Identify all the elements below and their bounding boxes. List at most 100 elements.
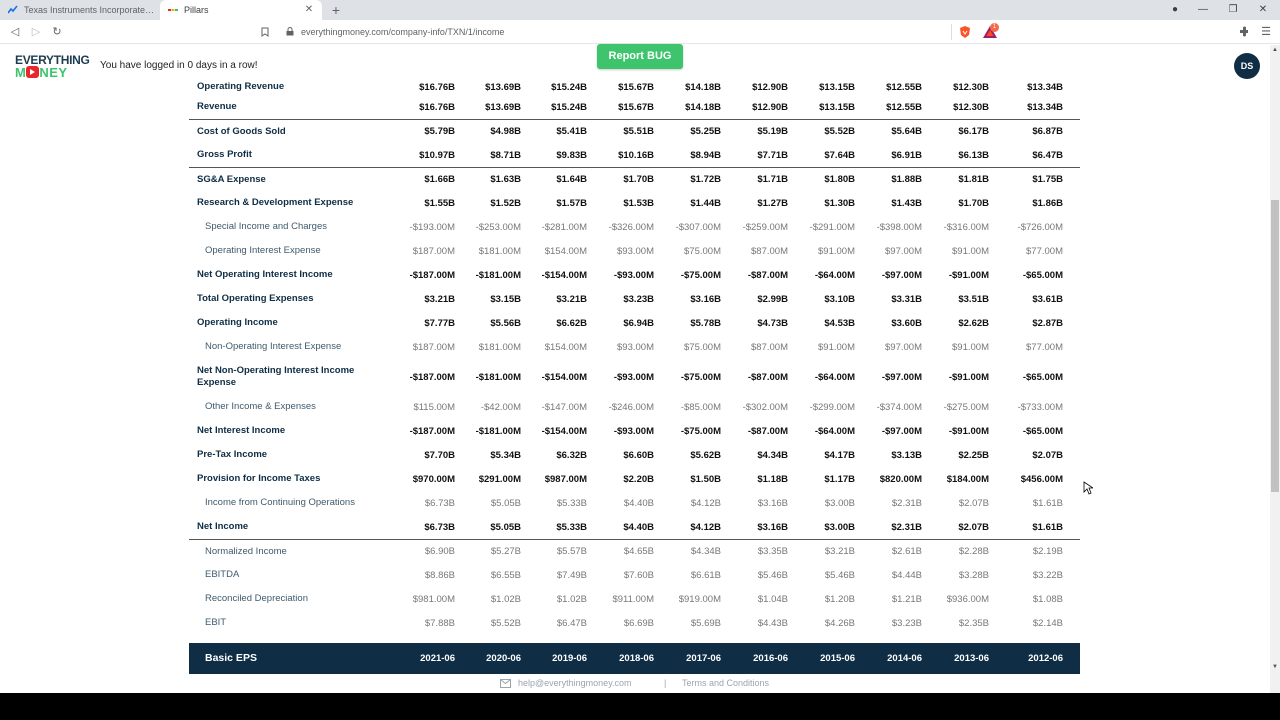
table-cell: $93.00M <box>617 341 654 353</box>
table-cell: $3.21B <box>424 293 455 305</box>
bookmark-icon[interactable] <box>261 27 269 37</box>
table-row: Operating Interest Expense $187.00M $181.0… <box>189 239 1080 263</box>
row-label: Total Operating Expenses <box>197 293 314 304</box>
row-label: Special Income and Charges <box>205 221 327 232</box>
table-cell: $1.55B <box>424 197 455 209</box>
profile-icon[interactable]: ● <box>1160 0 1190 20</box>
table-cell: $3.28B <box>958 569 989 581</box>
table-cell: $6.94B <box>623 317 654 329</box>
report-bug-button[interactable]: Report BUG <box>597 44 683 69</box>
table-cell: -$281.00M <box>541 221 587 233</box>
table-cell: -$75.00M <box>680 425 721 437</box>
table-cell: -$733.00M <box>1017 401 1063 413</box>
basic-eps-label: Basic EPS <box>205 652 257 664</box>
scroll-up-icon[interactable]: ▲ <box>1270 45 1280 55</box>
column-header: 2013-06 <box>954 653 989 664</box>
row-label: EBITDA <box>205 569 240 580</box>
table-cell: -$259.00M <box>742 221 788 233</box>
new-tab-icon[interactable]: + <box>328 1 344 19</box>
browser-toolbar: ◁ ▷ ↻ everythingmoney.com/company-info/T… <box>0 20 1280 44</box>
table-cell: $75.00M <box>684 341 721 353</box>
tab-pillars[interactable]: Pillars ✕ <box>160 0 322 20</box>
terms-link[interactable]: Terms and Conditions <box>682 678 769 688</box>
browser-window: Texas Instruments Incorporated Comm Pill… <box>0 0 1280 693</box>
table-cell: $1.86B <box>1032 197 1063 209</box>
table-cell: -$87.00M <box>747 425 788 437</box>
table-row: Net Interest Income -$187.00M -$181.00M -$1… <box>189 419 1080 443</box>
table-cell: $5.78B <box>690 317 721 329</box>
table-cell: -$93.00M <box>613 269 654 281</box>
table-cell: -$187.00M <box>409 371 455 383</box>
table-cell: $10.16B <box>618 149 654 161</box>
table-cell: $8.86B <box>424 569 455 581</box>
table-cell: $6.69B <box>623 617 654 629</box>
scroll-down-icon[interactable]: ▼ <box>1270 662 1280 672</box>
basic-eps-header: Basic EPS 2021-06 2020-06 2019-06 2018-06 20… <box>189 643 1080 674</box>
table-cell: $5.33B <box>556 521 587 533</box>
forward-icon[interactable]: ▷ <box>27 23 45 41</box>
brave-shield-icon[interactable] <box>958 25 972 39</box>
close-tab-icon[interactable]: ✕ <box>302 3 316 17</box>
table-cell: $5.56B <box>490 317 521 329</box>
table-cell: -$75.00M <box>680 371 721 383</box>
support-email-link[interactable]: help@everythingmoney.com <box>518 678 632 688</box>
table-cell: $4.34B <box>757 449 788 461</box>
reload-icon[interactable]: ↻ <box>48 23 66 41</box>
menu-icon[interactable]: ☰ <box>1257 23 1275 41</box>
table-cell: $15.67B <box>618 101 654 113</box>
table-cell: $1.75B <box>1032 174 1063 185</box>
table-cell: -$42.00M <box>480 401 521 413</box>
table-cell: $12.55B <box>886 81 922 93</box>
table-cell: $1.81B <box>958 174 989 185</box>
avatar[interactable]: DS <box>1234 53 1260 79</box>
table-cell: $6.62B <box>556 317 587 329</box>
table-cell: -$64.00M <box>814 269 855 281</box>
table-cell: $5.46B <box>757 569 788 581</box>
everything-money-logo[interactable]: EVERYTHING M NEY <box>15 54 93 80</box>
table-cell: $3.23B <box>623 293 654 305</box>
restore-icon[interactable]: ❐ <box>1218 0 1248 20</box>
table-cell: $9.83B <box>556 149 587 161</box>
row-label: Normalized Income <box>205 545 287 557</box>
lock-icon[interactable] <box>286 27 294 36</box>
close-window-icon[interactable]: ✕ <box>1248 0 1278 20</box>
minimize-icon[interactable]: — <box>1188 0 1218 20</box>
back-icon[interactable]: ◁ <box>6 23 24 41</box>
row-label: Income from Continuing Operations <box>205 497 355 508</box>
table-cell: -$187.00M <box>409 425 455 437</box>
table-cell: -$147.00M <box>541 401 587 413</box>
table-cell: $91.00M <box>952 341 989 353</box>
table-row: Revenue $16.76B $13.69B $15.24B $15.67B $14.1… <box>189 95 1080 119</box>
table-cell: $5.52B <box>490 617 521 629</box>
table-cell: $5.34B <box>490 449 521 461</box>
table-cell: $4.43B <box>757 617 788 629</box>
table-cell: $14.18B <box>685 101 721 113</box>
table-cell: -$187.00M <box>409 269 455 281</box>
tab-texas-instruments[interactable]: Texas Instruments Incorporated Comm <box>0 0 160 20</box>
table-cell: $2.35B <box>958 617 989 629</box>
extensions-icon[interactable] <box>1238 26 1250 38</box>
table-cell: $1.52B <box>490 197 521 209</box>
row-label: EBIT <box>205 617 227 628</box>
scrollbar-thumb[interactable] <box>1271 200 1279 492</box>
row-label: Revenue <box>197 101 237 112</box>
table-cell: $87.00M <box>751 245 788 257</box>
table-cell: $181.00M <box>478 245 521 257</box>
table-cell: $13.69B <box>485 81 521 93</box>
row-label: Net Operating Interest Income <box>197 269 333 280</box>
table-cell: $1.70B <box>623 174 654 185</box>
table-cell: $12.30B <box>953 101 989 113</box>
table-cell: -$307.00M <box>675 221 721 233</box>
table-cell: $919.00M <box>678 593 721 605</box>
table-cell: $2.07B <box>958 521 989 533</box>
table-cell: $3.61B <box>1032 293 1063 305</box>
login-streak-text: You have logged in 0 days in a row! <box>100 60 258 71</box>
address-bar[interactable]: everythingmoney.com/company-info/TXN/1/i… <box>301 24 504 40</box>
table-cell: $1.18B <box>757 473 788 485</box>
table-cell: $15.24B <box>551 81 587 93</box>
table-cell: $3.31B <box>891 293 922 305</box>
table-cell: $3.21B <box>824 546 855 557</box>
table-cell: $7.77B <box>424 317 455 329</box>
table-row: Net Non-Operating Interest Income Expens… <box>189 359 1080 395</box>
site-content: EVERYTHING M NEY You have logged in 0 day… <box>0 44 1270 693</box>
